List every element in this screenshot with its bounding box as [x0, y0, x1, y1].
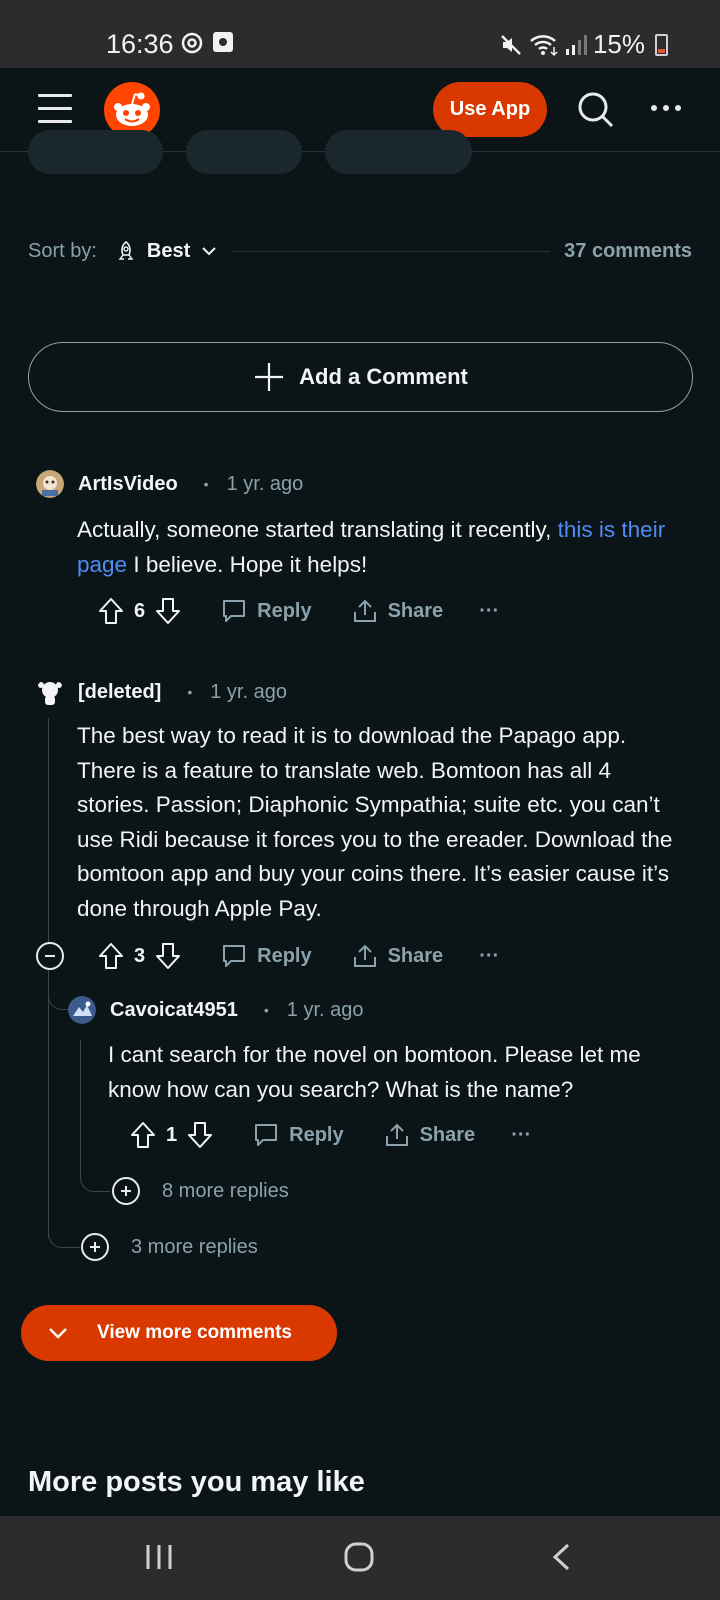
thread-line [80, 1040, 81, 1170]
reply-button[interactable]: Reply [221, 598, 312, 624]
divider [232, 250, 551, 252]
view-more-label: View more comments [97, 1322, 293, 1343]
reply-icon [223, 945, 246, 967]
add-comment-label: Add a Comment [299, 364, 468, 389]
downvote-icon[interactable] [155, 597, 181, 625]
expand-icon [81, 1233, 109, 1261]
reply-button[interactable]: Reply [221, 943, 312, 969]
upvote-icon[interactable] [98, 597, 124, 625]
thread-connector [48, 1220, 80, 1248]
add-comment-button[interactable]: Add a Comment [28, 342, 693, 412]
share-icon [353, 944, 376, 967]
comment-actions: 3 Reply Share ··· [98, 938, 499, 974]
comment-body: Actually, someone started translating it… [77, 517, 666, 577]
recent-apps-icon[interactable] [144, 1542, 174, 1572]
sync-icon [181, 32, 203, 54]
comment-header: Cavoicat4951 • 1 yr. ago [68, 996, 364, 1024]
comment-body: I cant search for the novel on bomtoon. … [108, 1042, 641, 1102]
avatar[interactable] [36, 678, 64, 706]
sort-label: Sort by: [28, 239, 97, 262]
comment-actions: 6 Reply Share ··· [98, 593, 499, 629]
thread-connector [80, 1170, 110, 1192]
thread-line [48, 718, 49, 1238]
comment-actions: 1 Reply Share ··· [130, 1117, 531, 1153]
comment-more-button[interactable]: ··· [511, 1124, 531, 1147]
more-options-icon[interactable] [648, 98, 684, 118]
sort-dropdown[interactable]: Best [147, 240, 190, 263]
status-bar: 16:36 15% [0, 0, 720, 68]
chevron-down-icon [49, 1328, 67, 1339]
menu-icon[interactable] [38, 94, 72, 124]
comment-author[interactable]: ArtIsVideo [78, 473, 178, 496]
share-button[interactable]: Share [352, 943, 443, 969]
back-icon[interactable] [550, 1542, 574, 1572]
reply-icon [255, 1124, 278, 1146]
vote-count: 3 [134, 944, 146, 967]
thread-connector [48, 980, 70, 1010]
share-icon [385, 1123, 408, 1146]
more-replies-button[interactable]: 3 more replies [81, 1233, 258, 1261]
comment-more-button[interactable]: ··· [479, 945, 499, 968]
comment-author: [deleted] [78, 680, 162, 703]
avatar[interactable] [36, 470, 64, 498]
comment-author[interactable]: Cavoicat4951 [110, 999, 238, 1022]
rocket-icon[interactable] [115, 240, 137, 262]
battery-icon [655, 33, 668, 56]
vote-count: 1 [166, 1123, 178, 1146]
comment-header: [deleted] • 1 yr. ago [36, 678, 287, 706]
upvote-icon[interactable] [130, 1121, 156, 1149]
comments-pill[interactable] [186, 130, 302, 174]
more-replies-button[interactable]: 8 more replies [112, 1177, 289, 1205]
mute-icon [501, 34, 521, 55]
upvote-icon[interactable] [98, 942, 124, 970]
comment-count: 37 comments [564, 239, 692, 262]
comment-time: 1 yr. ago [210, 680, 287, 703]
reply-button[interactable]: Reply [253, 1122, 344, 1148]
downvote-icon[interactable] [187, 1121, 213, 1149]
wifi-icon [530, 34, 558, 56]
more-posts-heading: More posts you may like [28, 1466, 365, 1498]
battery-percent: 15% [592, 29, 645, 59]
expand-icon [112, 1177, 140, 1205]
share-button[interactable]: Share [352, 598, 443, 624]
plus-icon [255, 363, 284, 391]
vote-pill[interactable] [28, 130, 163, 174]
status-time: 16:36 [106, 29, 174, 59]
share-button[interactable]: Share [384, 1122, 475, 1148]
collapse-button[interactable] [36, 942, 64, 970]
view-more-comments-button[interactable]: View more comments [21, 1305, 337, 1361]
signal-icon [565, 34, 587, 55]
downvote-icon[interactable] [155, 942, 181, 970]
comment-time: 1 yr. ago [286, 998, 364, 1021]
comment-body: The best way to read it is to download t… [77, 723, 673, 921]
more-replies-label: 8 more replies [162, 1179, 289, 1202]
search-icon[interactable] [576, 90, 616, 130]
share-icon [353, 599, 376, 622]
share-pill[interactable] [325, 130, 472, 174]
vote-count: 6 [134, 599, 146, 622]
home-icon[interactable] [343, 1541, 375, 1573]
system-nav-bar [0, 1516, 720, 1600]
chevron-down-icon[interactable] [200, 244, 218, 258]
use-app-button[interactable]: Use App [433, 82, 547, 137]
more-replies-label: 3 more replies [131, 1235, 258, 1258]
reply-icon [223, 600, 246, 622]
comment-time: 1 yr. ago [226, 472, 304, 495]
comment-header: ArtIsVideo • 1 yr. ago [36, 470, 303, 498]
sort-row: Sort by: Best 37 comments [28, 236, 692, 266]
comment-more-button[interactable]: ··· [479, 600, 499, 623]
minus-icon [45, 955, 55, 957]
avatar[interactable] [68, 996, 96, 1024]
camera-app-icon [213, 32, 233, 52]
